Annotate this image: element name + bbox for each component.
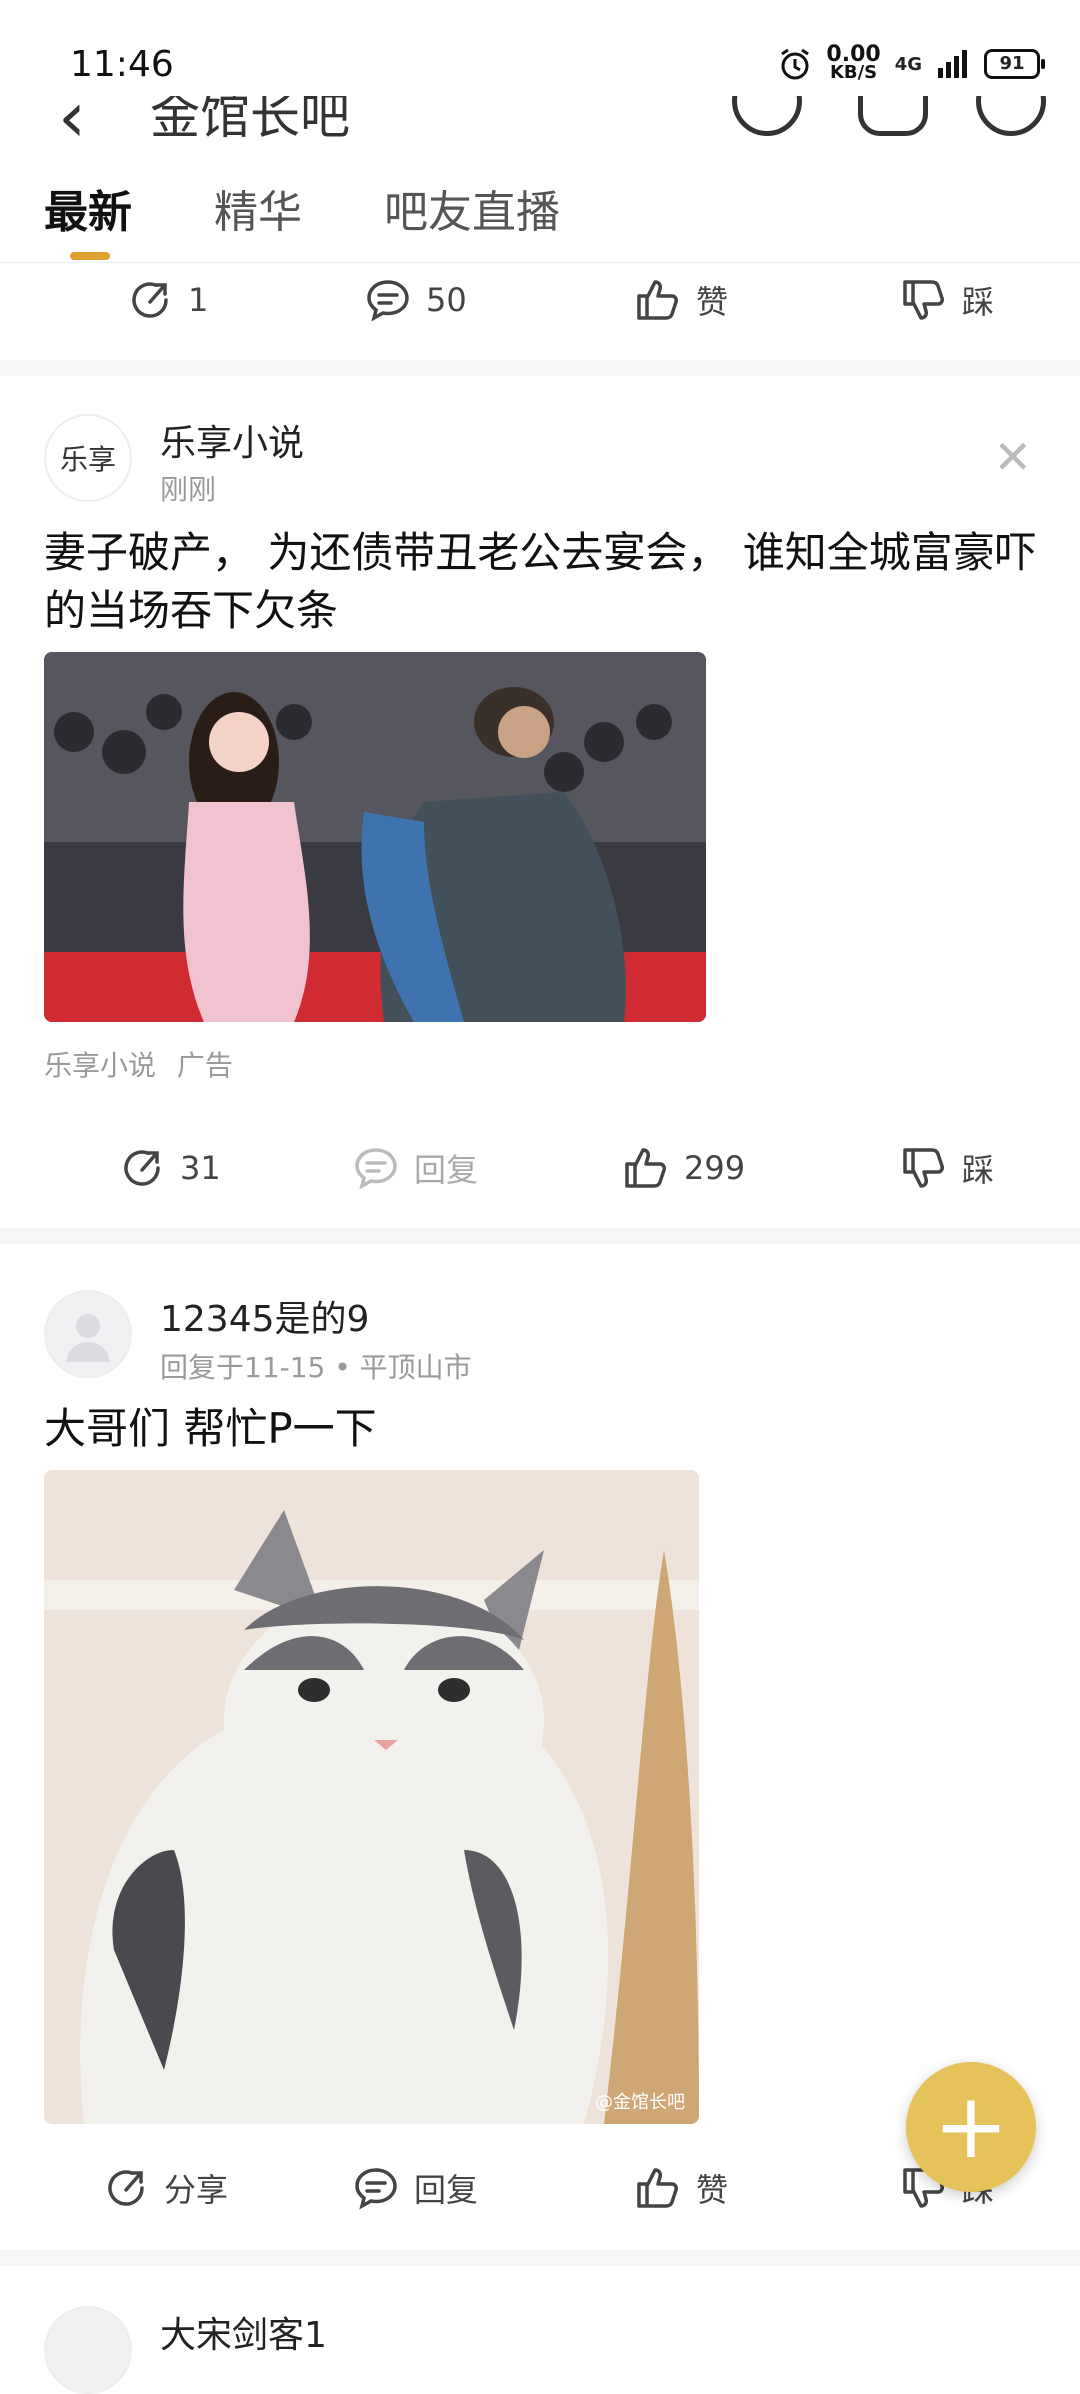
- tab-bar: 最新 精华 吧友直播: [0, 166, 1080, 263]
- share-icon: [124, 1150, 160, 1186]
- search-icon[interactable]: [732, 96, 802, 136]
- thumbs-down-icon: [903, 1148, 944, 1188]
- chat-icon[interactable]: [858, 96, 928, 136]
- top-bar: ‹ 金馆长吧: [0, 96, 1080, 166]
- forum-title: 金馆长吧: [150, 96, 350, 145]
- post-time: 刚刚: [160, 473, 217, 506]
- post-image[interactable]: @金馆长吧: [44, 1470, 699, 2124]
- tab-live[interactable]: 吧友直播: [384, 176, 560, 240]
- network-speed: 0.00 KB/S: [826, 42, 881, 83]
- ad-image[interactable]: [44, 652, 706, 1022]
- share-icon: [108, 2170, 144, 2206]
- post-author[interactable]: 大宋剑客1: [160, 2306, 327, 2358]
- like-button[interactable]: 赞: [634, 2164, 728, 2212]
- divider: [0, 360, 1080, 376]
- ad-post-actions: 31 回复 299 踩: [0, 1122, 1080, 1212]
- comment-icon: [355, 1148, 397, 1190]
- like-button[interactable]: 赞: [634, 276, 728, 324]
- back-icon[interactable]: ‹: [58, 96, 86, 158]
- reply-button[interactable]: 回复: [352, 2164, 478, 2212]
- post-title[interactable]: 妻子破产， 为还债带丑老公去宴会， 谁知全城富豪吓的当场吞下欠条: [44, 524, 1044, 640]
- thumbs-down-icon: [903, 280, 944, 320]
- post-author[interactable]: 12345是的9: [160, 1290, 369, 1342]
- new-post-button[interactable]: +: [906, 2062, 1036, 2192]
- more-icon[interactable]: [976, 96, 1046, 136]
- signal-icon: [938, 50, 967, 78]
- network-type: 4G: [894, 53, 922, 75]
- like-button[interactable]: 299: [622, 1144, 745, 1192]
- status-bar: 11:46 0.00 KB/S 4G 91: [0, 0, 1080, 96]
- tab-latest[interactable]: 最新: [44, 176, 132, 240]
- avatar[interactable]: 乐享: [44, 414, 132, 502]
- post-title[interactable]: 大哥们 帮忙P一下: [44, 1400, 1044, 1458]
- post-meta: 回复于11-15 • 平顶山市: [160, 1351, 472, 1384]
- comment-icon: [355, 2168, 397, 2210]
- battery-icon: 91: [984, 49, 1045, 79]
- divider: [0, 1228, 1080, 1244]
- alarm-icon: [781, 48, 810, 80]
- share-button[interactable]: 31: [118, 1144, 221, 1192]
- dislike-button[interactable]: 踩: [900, 276, 994, 324]
- ad-source: 乐享小说: [44, 1049, 157, 1082]
- prev-post-actions: 1 50 赞 踩: [0, 254, 1080, 344]
- share-button[interactable]: 分享: [102, 2164, 228, 2212]
- thumbs-up-icon: [625, 1148, 666, 1188]
- share-button[interactable]: 1: [126, 276, 208, 324]
- share-icon: [132, 282, 168, 318]
- post-author[interactable]: 乐享小说: [160, 414, 304, 466]
- ad-tag: 广告: [176, 1049, 233, 1082]
- thumbs-up-icon: [637, 280, 678, 320]
- dislike-button[interactable]: 踩: [900, 1144, 994, 1192]
- comment-button[interactable]: 50: [364, 276, 467, 324]
- plus-icon: +: [933, 2074, 1009, 2179]
- status-time: 11:46: [70, 44, 174, 85]
- avatar[interactable]: [44, 2306, 132, 2394]
- thumbs-up-icon: [637, 2168, 678, 2208]
- default-avatar-icon: [66, 1314, 110, 1362]
- image-watermark: @金馆长吧: [595, 2092, 685, 2113]
- avatar[interactable]: [44, 1290, 132, 1378]
- reply-button[interactable]: 回复: [352, 1144, 478, 1192]
- comment-icon: [367, 280, 409, 322]
- divider: [0, 2250, 1080, 2266]
- close-icon[interactable]: ✕: [993, 430, 1032, 484]
- tab-featured[interactable]: 精华: [214, 176, 302, 240]
